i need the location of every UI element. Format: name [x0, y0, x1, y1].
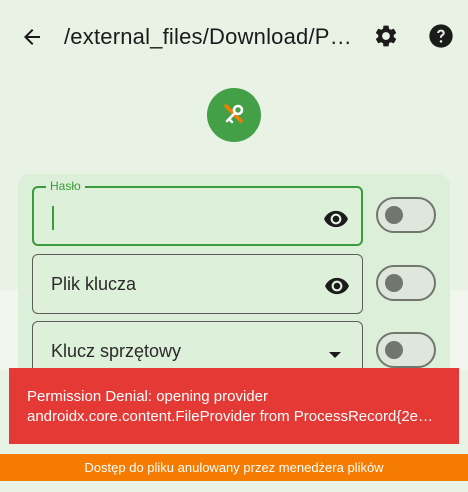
- show-keyfile-button[interactable]: [324, 273, 350, 304]
- gear-icon: [375, 25, 397, 47]
- keyfile-toggle[interactable]: [376, 265, 436, 301]
- hardware-key-placeholder: Klucz sprzętowy: [51, 341, 182, 361]
- settings-button[interactable]: [366, 16, 406, 56]
- password-toggle[interactable]: [376, 197, 436, 233]
- back-button[interactable]: [12, 17, 52, 57]
- keyfile-placeholder: Plik klucza: [51, 274, 137, 294]
- arrow-back-icon: [24, 29, 40, 45]
- app-bar: /external_files/Download/Pass…: [0, 0, 468, 74]
- hardware-key-toggle[interactable]: [376, 332, 436, 368]
- password-label: Hasło: [46, 179, 85, 193]
- toggle-knob: [385, 206, 403, 224]
- text-cursor: [52, 206, 54, 230]
- page-title: /external_files/Download/Pass…: [64, 24, 358, 49]
- eye-icon: [325, 277, 349, 295]
- show-password-button[interactable]: [323, 206, 349, 237]
- eye-icon: [324, 210, 348, 228]
- keyfile-field[interactable]: Plik klucza: [32, 254, 363, 314]
- toggle-knob: [385, 341, 403, 359]
- help-button[interactable]: [421, 16, 461, 56]
- chevron-down-icon: [329, 352, 341, 358]
- app-logo: [207, 88, 261, 142]
- dropdown-button[interactable]: [328, 347, 342, 365]
- access-cancelled-banner: Dostęp do pliku anulowany przez menedżer…: [0, 454, 468, 481]
- error-message-line-1: Permission Denial: opening provider: [27, 388, 268, 405]
- toggle-knob: [385, 274, 403, 292]
- key-crossed-icon: [224, 104, 244, 124]
- help-icon: [429, 24, 453, 48]
- password-field[interactable]: Hasło: [32, 179, 363, 246]
- error-snackbar[interactable]: Permission Denial: opening provider andr…: [9, 368, 459, 444]
- error-message-line-2: androidx.core.content.FileProvider from …: [27, 408, 441, 425]
